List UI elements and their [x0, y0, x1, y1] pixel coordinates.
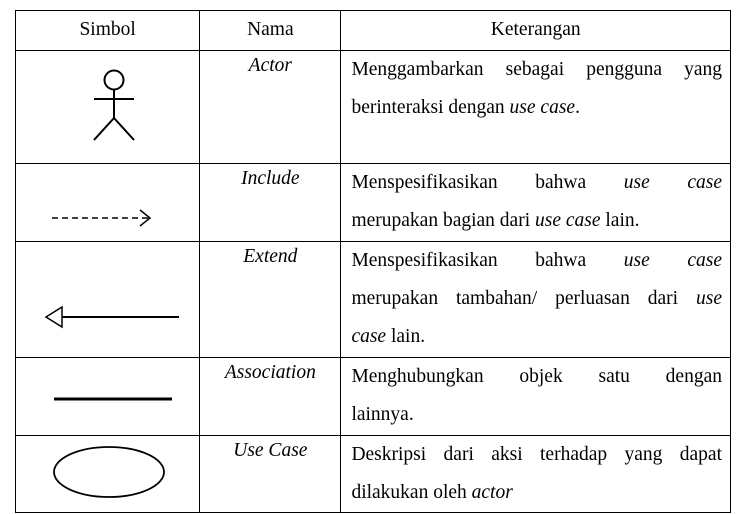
description-line: case lain. — [351, 326, 426, 347]
symbol-cell — [14, 357, 201, 436]
header-description: Keterangan — [340, 10, 731, 51]
solid-line-icon — [54, 397, 172, 401]
table-header-row: Simbol Nama Keterangan — [14, 10, 731, 51]
symbol-cell — [14, 435, 201, 513]
description-line: lainnya. — [351, 404, 414, 425]
description-cell: Menghubungkan objek satu dengan lainnya. — [340, 357, 731, 436]
name-cell: Extend — [199, 241, 342, 358]
table-row-extend: Extend Menspesifikasikan bahwa use case … — [14, 241, 731, 358]
header-name: Nama — [199, 10, 342, 51]
name-cell: Actor — [199, 50, 342, 164]
description-line: berinteraksi dengan use case. — [351, 97, 580, 118]
table-row-include: Include Menspesifikasikan bahwa use case… — [14, 163, 731, 242]
name-cell: Use Case — [199, 435, 342, 513]
description-cell: Menggambarkan sebagai pengguna yang beri… — [340, 50, 731, 164]
description-cell: Menspesifikasikan bahwa use case merupak… — [340, 163, 731, 242]
header-symbol: Simbol — [14, 10, 201, 51]
description-line: Deskripsi dari aksi terhadap yang dapat — [351, 444, 722, 465]
table-row-actor: Actor Menggambarkan sebagai pengguna yan… — [14, 50, 731, 164]
dashed-arrow-icon — [52, 209, 152, 227]
description-line: merupakan bagian dari use case lain. — [351, 210, 640, 231]
ellipse-icon — [53, 446, 165, 498]
description-line: dilakukan oleh actor — [351, 482, 513, 503]
description-line: Menspesifikasikan bahwa use case — [351, 250, 722, 271]
actor-stick-figure-icon — [93, 69, 135, 141]
name-cell: Association — [199, 357, 342, 436]
symbol-cell — [14, 163, 201, 242]
table-row-association: Association Menghubungkan objek satu den… — [14, 357, 731, 436]
description-line: Menghubungkan objek satu dengan — [351, 366, 722, 387]
description-line: Menggambarkan sebagai pengguna yang — [351, 59, 722, 80]
description-cell: Deskripsi dari aksi terhadap yang dapat … — [340, 435, 731, 513]
description-line: Menspesifikasikan bahwa use case — [351, 172, 722, 193]
description-cell: Menspesifikasikan bahwa use case merupak… — [340, 241, 731, 358]
open-triangle-arrow-icon — [44, 305, 179, 329]
uml-symbol-table: Simbol Nama Keterangan Actor Menggambark… — [14, 10, 731, 513]
name-cell: Include — [199, 163, 342, 242]
table-row-use-case: Use Case Deskripsi dari aksi terhadap ya… — [14, 435, 731, 513]
symbol-cell — [14, 241, 201, 358]
symbol-cell — [14, 50, 201, 164]
description-line: merupakan tambahan/ perluasan dari use — [351, 288, 722, 309]
